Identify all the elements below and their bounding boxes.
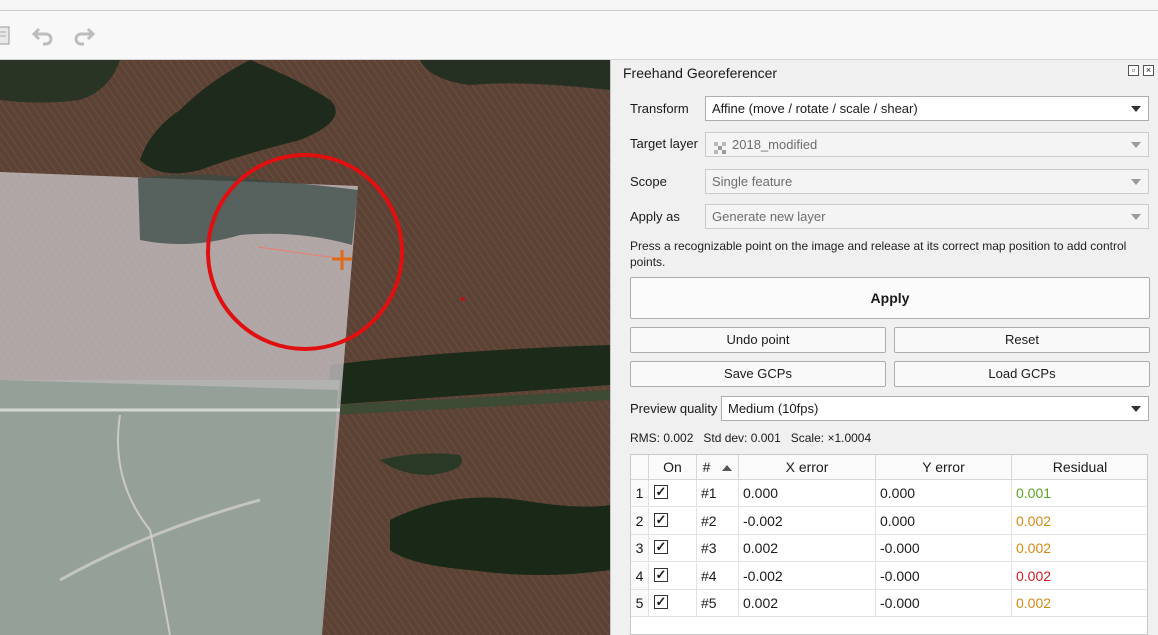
enabled-checkbox[interactable]: ✓ — [654, 595, 668, 609]
undo-icon[interactable] — [31, 23, 55, 47]
enabled-cell: ✓ — [649, 480, 697, 507]
chevron-down-icon — [1131, 106, 1141, 112]
load-gcps-button[interactable]: Load GCPs — [894, 361, 1150, 387]
row-number-header — [631, 455, 649, 480]
chevron-down-icon — [1131, 142, 1141, 148]
x-error-cell: 0.002 — [739, 535, 876, 562]
transform-value: Affine (move / rotate / scale / shear) — [712, 101, 918, 116]
enabled-cell: ✓ — [649, 562, 697, 590]
error-stats-text: RMS: 0.002 Std dev: 0.001 Scale: ×1.0004 — [630, 431, 872, 445]
row-number: 5 — [631, 590, 649, 617]
reset-button[interactable]: Reset — [894, 327, 1150, 353]
point-id-cell: #4 — [697, 562, 739, 590]
point-id-cell: #2 — [697, 507, 739, 535]
error-stats: RMS: 0.002 Std dev: 0.001 Scale: ×1.0004 — [630, 431, 871, 445]
enabled-checkbox[interactable]: ✓ — [654, 540, 668, 554]
apply-as-select[interactable]: Generate new layer — [705, 204, 1149, 229]
enabled-checkbox[interactable]: ✓ — [654, 512, 668, 527]
enabled-checkbox[interactable]: ✓ — [654, 485, 668, 499]
clipboard-icon[interactable] — [0, 23, 16, 47]
undo-point-button[interactable]: Undo point — [630, 327, 886, 353]
close-icon[interactable]: × — [1143, 65, 1154, 76]
toolbar — [0, 11, 1158, 60]
table-row[interactable]: 3 ✓ #3 0.002 -0.000 0.002 — [631, 535, 1147, 562]
scope-select[interactable]: Single feature — [705, 169, 1149, 194]
chevron-down-icon — [1131, 406, 1141, 412]
residual-cell: 0.002 — [1012, 508, 1147, 535]
target-layer-label: Target layer — [630, 136, 698, 151]
map-canvas[interactable] — [0, 60, 610, 635]
y-error-cell: -0.000 — [876, 535, 1012, 562]
row-number: 2 — [631, 507, 649, 535]
preview-quality-select[interactable]: Medium (10fps) — [721, 396, 1149, 421]
x-error-cell: 0.000 — [739, 480, 876, 507]
scope-label: Scope — [630, 174, 667, 189]
raster-layer-icon — [714, 139, 727, 162]
transform-select[interactable]: Affine (move / rotate / scale / shear) — [705, 96, 1149, 121]
transform-label: Transform — [630, 101, 689, 116]
enabled-cell: ✓ — [649, 507, 697, 535]
row-number: 1 — [631, 480, 649, 507]
enabled-cell: ✓ — [649, 535, 697, 562]
help-text: Press a recognizable point on the image … — [630, 239, 1127, 269]
row-number: 3 — [631, 535, 649, 562]
y-error-cell: -0.000 — [876, 590, 1012, 617]
residual-cell: 0.001 — [1012, 480, 1147, 507]
sort-asc-icon — [722, 465, 733, 472]
column-header-num[interactable]: # — [697, 455, 739, 480]
table-row[interactable]: 1 ✓ #1 0.000 0.000 0.001 — [631, 480, 1147, 507]
chevron-down-icon — [1131, 214, 1141, 220]
target-layer-select[interactable]: 2018_modified — [705, 132, 1149, 157]
point-id-cell: #3 — [697, 535, 739, 562]
table-row[interactable]: 4 ✓ #4 -0.002 -0.000 0.002 — [631, 562, 1147, 590]
x-error-cell: -0.002 — [739, 562, 876, 590]
x-error-cell: -0.002 — [739, 507, 876, 535]
table-row[interactable]: 2 ✓ #2 -0.002 0.000 0.002 — [631, 507, 1147, 535]
save-gcps-button[interactable]: Save GCPs — [630, 361, 886, 387]
window-top-strip — [0, 0, 1158, 11]
target-layer-value: 2018_modified — [732, 137, 818, 152]
column-header-y-error[interactable]: Y error — [876, 455, 1012, 480]
column-header-residual[interactable]: Residual — [1012, 455, 1147, 480]
point-id-cell: #5 — [697, 590, 739, 617]
enabled-cell: ✓ — [649, 590, 697, 617]
chevron-down-icon — [1131, 179, 1141, 185]
apply-button[interactable]: Apply — [630, 277, 1150, 319]
point-id-cell: #1 — [697, 480, 739, 507]
row-number: 4 — [631, 562, 649, 590]
y-error-cell: -0.000 — [876, 562, 1012, 590]
x-error-cell: 0.002 — [739, 590, 876, 617]
redo-icon[interactable] — [72, 23, 96, 47]
residual-cell: 0.002 — [1012, 590, 1147, 617]
float-icon[interactable]: ▫ — [1128, 65, 1139, 76]
column-header-x-error[interactable]: X error — [739, 455, 876, 480]
y-error-cell: 0.000 — [876, 507, 1012, 535]
apply-as-value: Generate new layer — [712, 209, 826, 224]
preview-quality-value: Medium (10fps) — [728, 401, 819, 416]
y-error-cell: 0.000 — [876, 480, 1012, 507]
apply-as-label: Apply as — [630, 209, 680, 224]
residual-cell: 0.002 — [1012, 535, 1147, 562]
preview-quality-label: Preview quality — [630, 401, 718, 416]
gcp-table: On # X error Y error Residual 1 ✓ #1 0.000 0… — [630, 454, 1148, 635]
scope-value: Single feature — [712, 174, 793, 189]
enabled-checkbox[interactable]: ✓ — [654, 567, 668, 582]
column-header-on[interactable]: On — [649, 455, 697, 480]
panel-title: Freehand Georeferencer — [623, 65, 778, 81]
table-row[interactable]: 5 ✓ #5 0.002 -0.000 0.002 — [631, 590, 1147, 617]
georeferencer-panel: Freehand Georeferencer ▫ × Transform Aff… — [610, 60, 1158, 635]
column-header-num-label: # — [702, 459, 711, 475]
residual-cell: 0.002 — [1012, 563, 1147, 590]
